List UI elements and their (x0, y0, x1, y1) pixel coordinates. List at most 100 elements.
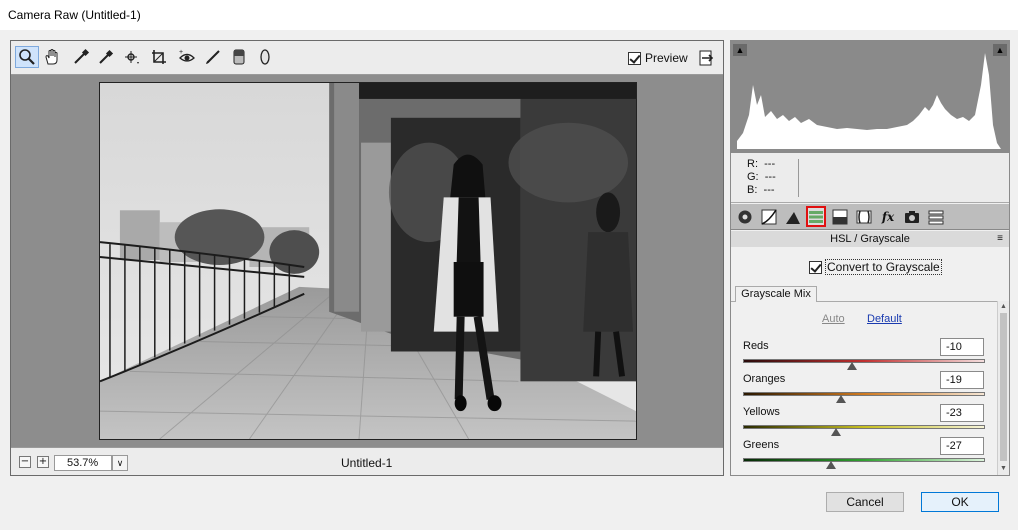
white-balance-tool-button[interactable] (69, 46, 93, 68)
preview-label: Preview (645, 51, 688, 65)
aperture-icon (738, 210, 752, 223)
window-title: Camera Raw (Untitled-1) (8, 8, 141, 22)
tool-bar: + + Preview (11, 41, 723, 75)
highlight-clipping-warning[interactable]: ▲ (993, 44, 1007, 56)
preview-panel: + + Preview − + 53.7% ∨ Untitled-1 (10, 40, 724, 476)
fx-icon: fx (881, 209, 895, 224)
section-header: HSL / Grayscale ≡ (731, 231, 1009, 247)
zoom-tool-button[interactable] (15, 46, 39, 68)
cancel-button[interactable]: Cancel (826, 492, 904, 512)
fullscreen-icon (699, 50, 714, 66)
camera-icon (905, 210, 919, 223)
r-label: R: (747, 158, 758, 170)
color-sampler-icon: + (99, 49, 113, 64)
camera-raw-window: Camera Raw (Untitled-1) + + Preview − + … (0, 0, 1018, 530)
shadow-clipping-warning[interactable]: ▲ (733, 44, 747, 56)
slider-track[interactable] (743, 425, 985, 429)
targeted-adjustment-tool-button[interactable] (120, 46, 144, 68)
tab-presets[interactable] (926, 206, 946, 227)
preview-checkbox-box[interactable] (628, 51, 641, 65)
slider-track[interactable] (743, 359, 985, 363)
histogram: ▲ ▲ (731, 41, 1009, 153)
zoom-in-button[interactable]: + (37, 456, 49, 468)
g-label: G: (747, 171, 759, 183)
slider-value-field[interactable]: -27 (940, 437, 984, 455)
slider-value-field[interactable]: -10 (940, 338, 984, 356)
panel-tab-strip: fx (731, 204, 1009, 230)
slider-label: Greens (743, 439, 780, 451)
hand-tool-button[interactable] (40, 46, 64, 68)
panel-scrollbar[interactable]: ▲ ▼ (997, 301, 1009, 475)
section-title: HSL / Grayscale (830, 233, 910, 245)
convert-to-grayscale-checkbox[interactable]: Convert to Grayscale (809, 259, 942, 275)
scroll-up-icon[interactable]: ▲ (998, 301, 1009, 312)
tab-hsl-grayscale[interactable] (806, 206, 826, 227)
tab-camera-calibration[interactable] (902, 206, 922, 227)
red-eye-tool-button[interactable]: + (175, 46, 199, 68)
tab-effects[interactable]: fx (878, 206, 898, 227)
zoom-level-field[interactable]: 53.7% (54, 455, 112, 471)
tab-lens-corrections[interactable] (854, 206, 874, 227)
tab-split-toning[interactable] (830, 206, 850, 227)
targeted-adjustment-icon (125, 51, 139, 64)
tab-tone-curve[interactable] (759, 206, 779, 227)
red-eye-icon: + (179, 49, 195, 62)
svg-text:+: + (109, 51, 113, 58)
zoom-out-button[interactable]: − (19, 456, 31, 468)
adjustment-brush-icon (206, 50, 220, 64)
crop-tool-button[interactable] (147, 46, 171, 68)
zoom-icon (19, 49, 35, 65)
slider-row-yellows: Yellows -23 (731, 404, 997, 437)
lens-icon (856, 210, 872, 223)
convert-label: Convert to Grayscale (825, 259, 942, 275)
rgb-readout: R: --- G: --- B: --- (731, 153, 1009, 203)
slider-track[interactable] (743, 458, 985, 462)
zoom-dropdown-button[interactable]: ∨ (112, 455, 128, 471)
tab-grayscale-mix[interactable]: Grayscale Mix (735, 286, 817, 302)
hsl-bars-icon (809, 210, 823, 223)
slider-thumb[interactable] (846, 362, 857, 370)
triangle-up-icon: ▲ (735, 45, 745, 55)
crop-straighten-icon (152, 50, 166, 64)
tab-basic[interactable] (735, 206, 755, 227)
grayscale-mix-area: Auto Default Reds -10 Oranges -19 Yellow… (731, 301, 997, 475)
slider-value-field[interactable]: -19 (940, 371, 984, 389)
title-bar: Camera Raw (Untitled-1) (0, 0, 1018, 30)
hand-icon (45, 49, 58, 65)
slider-thumb[interactable] (826, 461, 837, 469)
fullscreen-toggle-button[interactable] (697, 49, 715, 67)
svg-text:+: + (179, 49, 183, 56)
triangle-up-icon: ▲ (995, 45, 1005, 55)
radial-filter-tool-button[interactable] (253, 46, 277, 68)
slider-thumb[interactable] (831, 428, 842, 436)
graduated-filter-tool-button[interactable] (227, 46, 251, 68)
default-link[interactable]: Default (867, 313, 902, 325)
status-bar: − + 53.7% ∨ Untitled-1 (11, 447, 723, 475)
detail-triangle-icon (786, 211, 800, 224)
auto-link[interactable]: Auto (822, 313, 845, 325)
preview-checkbox[interactable]: Preview (628, 51, 688, 65)
histogram-graph (737, 53, 1001, 149)
grayscale-photo (100, 83, 636, 439)
scrollbar-thumb[interactable] (1000, 313, 1007, 461)
tab-detail[interactable] (783, 206, 803, 227)
ok-button[interactable]: OK (921, 492, 999, 512)
slider-thumb[interactable] (836, 395, 846, 403)
g-value: --- (764, 171, 776, 183)
color-sampler-tool-button[interactable]: + (94, 46, 118, 68)
graduated-filter-icon (233, 49, 245, 65)
convert-checkbox-box[interactable] (809, 260, 822, 274)
scroll-down-icon[interactable]: ▼ (998, 463, 1009, 474)
adjustments-panel: ▲ ▲ R: --- G: --- B: --- fx HSL / Graysc… (730, 40, 1010, 476)
b-value: --- (763, 184, 775, 196)
presets-sliders-icon (928, 210, 944, 224)
slider-value-field[interactable]: -23 (940, 404, 984, 422)
document-filename: Untitled-1 (341, 456, 393, 470)
adjustment-brush-tool-button[interactable] (201, 46, 225, 68)
b-label: B: (747, 184, 758, 196)
image-preview[interactable] (99, 82, 637, 440)
slider-track[interactable] (743, 392, 985, 396)
slider-label: Oranges (743, 373, 786, 385)
chevron-down-icon: ∨ (116, 458, 124, 468)
panel-menu-icon[interactable]: ≡ (997, 231, 1003, 247)
